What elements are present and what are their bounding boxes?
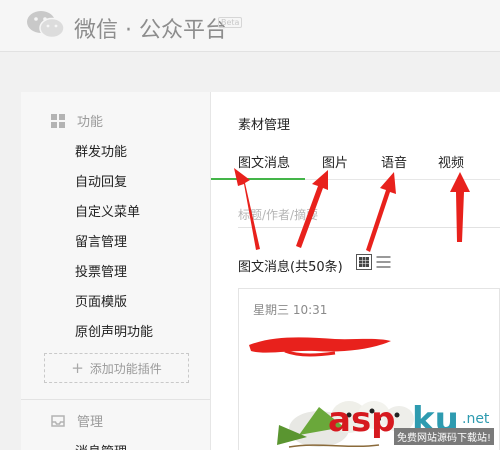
watermark-tagline: 免费网站源码下载站! — [393, 428, 494, 445]
sidebar-item-page-templates[interactable]: 页面模版 — [75, 291, 127, 310]
search-input[interactable]: 标题/作者/摘要 — [238, 202, 500, 228]
sidebar-section-label: 功能 — [77, 115, 104, 130]
sidebar-item-messages[interactable]: 消息管理 — [75, 441, 127, 450]
beta-badge: Beta — [218, 17, 243, 28]
watermark-domain: .net — [462, 411, 490, 427]
material-tabs: 图文消息 图片 语音 视频 — [211, 152, 500, 180]
tab-image[interactable]: 图片 — [322, 152, 348, 171]
add-plugin-label: 添加功能插件 — [89, 361, 162, 376]
redaction-scribble — [249, 337, 391, 357]
article-date: 星期三 10:31 — [253, 303, 328, 317]
sidebar-section-features: 功能 — [51, 111, 103, 130]
sidebar-item-custom-menu[interactable]: 自定义菜单 — [75, 201, 140, 220]
sidebar: 功能 群发功能 自动回复 自定义菜单 留言管理 投票管理 页面模版 原创声明功能… — [21, 92, 211, 450]
tab-voice[interactable]: 语音 — [381, 152, 407, 171]
wechat-logo-icon — [27, 11, 65, 39]
tab-article[interactable]: 图文消息 — [211, 152, 305, 180]
platform-title: 微信 · 公众平台 — [74, 18, 227, 43]
article-count: 图文消息(共50条) — [238, 260, 343, 275]
list-view-icon[interactable] — [376, 254, 391, 270]
grid-view-icon[interactable] — [356, 254, 372, 270]
add-plugin-button[interactable]: + 添加功能插件 — [44, 353, 189, 383]
sidebar-item-votes[interactable]: 投票管理 — [75, 261, 127, 280]
watermark-brand-part1: asp — [328, 400, 396, 440]
sidebar-item-mass-send[interactable]: 群发功能 — [75, 141, 127, 160]
tab-video[interactable]: 视频 — [438, 152, 464, 171]
page-title: 素材管理 — [238, 118, 291, 133]
sidebar-section-label: 管理 — [77, 415, 104, 430]
inbox-icon — [51, 414, 65, 427]
sidebar-item-comments[interactable]: 留言管理 — [75, 231, 127, 250]
sidebar-item-auto-reply[interactable]: 自动回复 — [75, 171, 127, 190]
sidebar-divider — [21, 399, 210, 400]
grid-icon — [51, 113, 65, 128]
plus-icon: + — [71, 359, 84, 377]
sidebar-section-manage: 管理 — [51, 411, 103, 430]
sidebar-item-original-declaration[interactable]: 原创声明功能 — [75, 321, 153, 340]
top-header: 微信 · 公众平台 Beta — [0, 0, 500, 52]
